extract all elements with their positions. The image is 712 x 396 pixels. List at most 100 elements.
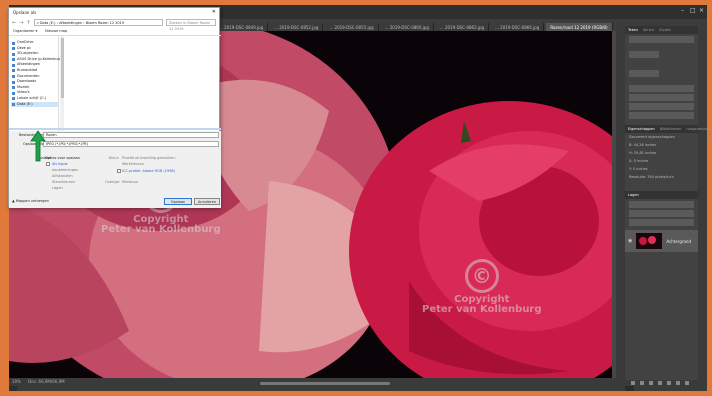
as-copy-label: Als kopie (52, 162, 68, 166)
tab-libraries[interactable]: Bibliotheken (660, 125, 682, 133)
music-icon (12, 86, 15, 90)
layers-panel-buttons (625, 380, 698, 386)
address-bar: ← → ↑ « Data (E:) › Afbeeldingen › Bloem… (12, 18, 216, 31)
save-button[interactable]: Opslaan (164, 198, 192, 205)
folder-icon (12, 75, 15, 79)
video-icon (12, 91, 15, 95)
dialog-browser: OneDrive Deze pc 3D-objecten ASUS Drive … (9, 35, 221, 131)
properties-resolution: Resolutie: 300 pixels/inch (629, 175, 674, 179)
nav-label: Lokale schijf (C:) (17, 95, 46, 100)
tracking-field[interactable] (629, 85, 694, 92)
scale-field[interactable] (629, 94, 694, 101)
properties-label: Document eigenschappen (629, 135, 675, 139)
vertical-scrollbar[interactable] (612, 31, 616, 378)
layer-filter[interactable] (629, 201, 694, 208)
icc-label: ICC-profiel: Adobe RGB (1998) (122, 169, 176, 173)
tab-character[interactable]: Teken (628, 26, 638, 34)
lock-row[interactable] (629, 219, 694, 226)
icc-checkbox[interactable] (117, 169, 121, 173)
new-layer-icon[interactable] (676, 381, 680, 385)
dialog-title: Opslaan als (13, 10, 37, 15)
link-icon[interactable] (631, 381, 635, 385)
horizontal-scrollbar[interactable] (260, 382, 390, 385)
alpha-label: Alfakanalen (52, 174, 73, 178)
layer-item[interactable]: ◉ Achtergrond (625, 230, 698, 252)
cancel-button[interactable]: Annuleren (194, 198, 220, 205)
folder-icon (12, 69, 15, 73)
copyright-symbol: © (464, 259, 499, 293)
forward-arrow-icon[interactable]: → (19, 20, 23, 26)
properties-panel-tabs: Eigenschappen Bibliotheken Laagcompositi… (625, 125, 712, 133)
file-list[interactable] (65, 36, 219, 131)
character-panel-tabs: Teken Alinea Glyphs (625, 26, 698, 34)
tab-glyphs[interactable]: Glyphs (659, 26, 671, 34)
zoom-level[interactable]: 19% (12, 379, 21, 384)
back-arrow-icon[interactable]: ← (12, 20, 16, 26)
properties-height: H: 29,81 inches (629, 151, 657, 155)
close-icon[interactable]: × (699, 8, 705, 14)
new-folder-button[interactable]: Nieuwe map (45, 28, 67, 35)
save-as-dialog: Opslaan als ✕ ← → ↑ « Data (E:) › Afbeel… (8, 7, 221, 208)
breadcrumb[interactable]: « Data (E:) › Afbeeldingen › Bloem Rozen… (33, 19, 163, 26)
spot-label: Steunkleuren (52, 180, 76, 184)
hide-folders-toggle[interactable]: ▲ Mappen verbergen (12, 199, 49, 203)
dialog-title-bar: Opslaan als ✕ (9, 8, 219, 17)
color-label: Kleur: (109, 156, 120, 160)
tab-layers[interactable]: Lagen (628, 191, 639, 199)
download-icon (12, 80, 15, 84)
minimize-icon[interactable]: – (681, 8, 687, 14)
dialog-close-icon[interactable]: ✕ (212, 8, 216, 17)
green-annotation-arrow-icon (30, 130, 46, 162)
text-style-buttons[interactable] (629, 103, 694, 110)
mask-icon[interactable] (649, 381, 653, 385)
layer-thumbnail (636, 233, 663, 249)
folder-icon (12, 52, 15, 56)
nav-label: Documenten (17, 73, 40, 78)
pc-icon (12, 47, 15, 51)
trash-icon[interactable] (685, 381, 689, 385)
folder-icon[interactable] (667, 381, 671, 385)
font-size-field[interactable] (629, 51, 659, 58)
navigation-pane: OneDrive Deze pc 3D-objecten ASUS Drive … (11, 36, 63, 131)
nav-item-data-e[interactable]: Data (E:) (11, 101, 58, 108)
tab-paragraph[interactable]: Alinea (643, 26, 654, 34)
right-panels: Teken Alinea Glyphs Eigenschappen Biblio… (625, 26, 712, 386)
up-arrow-icon[interactable]: ↑ (26, 20, 30, 26)
filetype-select[interactable]: JPEG (*.JPG;*.JPEG;*.JPE) (43, 141, 219, 147)
adjustment-icon[interactable] (658, 381, 662, 385)
proof-setup-label: Proefdruk-instelling gebruiken: (122, 156, 176, 160)
blend-mode[interactable] (629, 210, 694, 217)
filename-input[interactable]: Rozen (43, 132, 219, 138)
layers-panel-tabs: Lagen (625, 191, 698, 199)
fx-icon[interactable] (640, 381, 644, 385)
doc-size: Doc: 66,9M/66,9M (28, 379, 65, 384)
watermark: © Copyright Peter van Kollenburg (422, 259, 542, 315)
language-field[interactable] (629, 112, 694, 119)
watermark-line2: Peter van Kollenburg (101, 224, 221, 235)
notes-label: Aantekeningen (52, 168, 79, 172)
nav-label: Afbeeldingen (17, 62, 41, 67)
search-input[interactable]: Zoeken in Bloem Rozen 12 2019 (166, 19, 216, 31)
font-family-field[interactable] (629, 36, 694, 43)
as-copy-checkbox[interactable] (46, 162, 50, 166)
visibility-eye-icon[interactable]: ◉ (628, 238, 632, 244)
leading-field[interactable] (629, 70, 659, 77)
nav-scrollbar[interactable] (60, 36, 64, 131)
proof-setup-value: Werkkleuren (122, 162, 144, 166)
nav-label: Video's (17, 90, 30, 95)
folder-icon (12, 58, 15, 62)
tab-layer-comps[interactable]: Laagcomposities (686, 125, 712, 133)
dialog-toolbar: Organiseren ▾ Nieuwe map (9, 28, 219, 35)
tab-properties[interactable]: Eigenschappen (628, 125, 655, 133)
nav-label: Bureaublad (17, 67, 38, 72)
organize-button[interactable]: Organiseren ▾ (13, 28, 37, 35)
nav-label: OneDrive (17, 40, 34, 44)
maximize-icon[interactable]: □ (690, 8, 696, 14)
drive-icon (12, 97, 15, 101)
properties-x: X: 0 inches (629, 159, 649, 163)
other-label: Overige: (105, 180, 120, 184)
nav-label: Deze pc (17, 45, 32, 50)
nav-label: Downloads (17, 79, 37, 84)
nav-label: ASUS Drive (p.Kollenburg) (17, 56, 63, 61)
properties-width: B: 44,26 inches (629, 143, 657, 147)
